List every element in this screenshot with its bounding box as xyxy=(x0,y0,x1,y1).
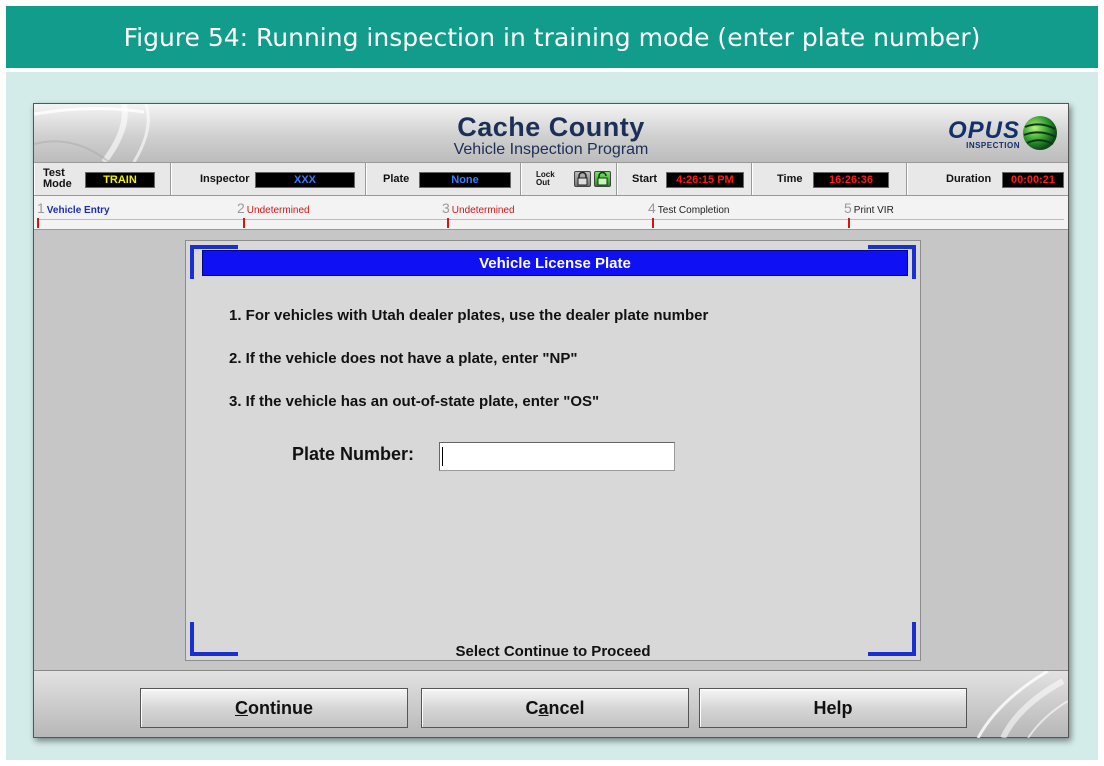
status-bar: Test Mode TRAIN Inspector XXX Plate None… xyxy=(34,162,1068,196)
inspector-value: XXX xyxy=(255,172,355,188)
cancel-label-end: ncel xyxy=(548,697,585,718)
step-2: 2 Undetermined xyxy=(237,200,310,216)
duration-cell: Duration 00:00:21 xyxy=(907,163,1068,195)
decorative-swoosh-icon xyxy=(976,671,1068,738)
step-1-marker xyxy=(37,218,39,228)
step-2-marker xyxy=(243,218,245,228)
app-window: Cache County Vehicle Inspection Program … xyxy=(33,103,1069,738)
plate-label: Plate xyxy=(383,172,410,185)
plate-cell: Plate None xyxy=(366,163,521,195)
app-subtitle: Vehicle Inspection Program xyxy=(453,141,649,158)
continue-button[interactable]: Continue xyxy=(140,688,408,728)
steps-divider xyxy=(38,219,1064,220)
step-3: 3 Undetermined xyxy=(442,200,515,216)
lock-out-label: Lock Out xyxy=(536,171,555,187)
lock-out-cell: Lock Out xyxy=(521,163,617,195)
plate-value: None xyxy=(419,172,511,188)
test-mode-value: TRAIN xyxy=(85,172,155,188)
help-label: Help xyxy=(813,697,853,718)
lock-closed-icon[interactable] xyxy=(574,171,591,187)
plate-number-input[interactable] xyxy=(439,442,675,471)
time-cell: Time 16:26:36 xyxy=(752,163,907,195)
test-mode-label: Test Mode xyxy=(43,168,72,190)
dialog-title: Vehicle License Plate xyxy=(202,250,908,276)
button-bar: Continue Ca ncel Help xyxy=(34,670,1068,738)
step-label: Print VIR xyxy=(853,205,894,216)
logo-subtext: INSPECTION xyxy=(966,141,1020,150)
globe-icon xyxy=(1023,116,1057,150)
title-bar: Cache County Vehicle Inspection Program … xyxy=(34,104,1068,162)
opus-logo: OPUS INSPECTION xyxy=(938,111,1058,155)
proceed-instruction: Select Continue to Proceed xyxy=(455,643,651,660)
time-label: Time xyxy=(777,172,803,185)
test-mode-cell: Test Mode TRAIN xyxy=(34,163,171,195)
start-value: 4:26:15 PM xyxy=(666,172,744,188)
step-5: 5 Print VIR xyxy=(844,200,894,216)
cancel-mnemonic: a xyxy=(538,697,549,718)
step-4: 4 Test Completion xyxy=(648,200,730,216)
app-title: Cache County xyxy=(457,112,645,142)
start-label: Start xyxy=(632,172,658,185)
help-button[interactable]: Help xyxy=(699,688,967,728)
progress-steps: 1 Vehicle Entry 2 Undetermined 3 Undetermin… xyxy=(34,196,1068,230)
instruction-1: 1. For vehicles with Utah dealer plates,… xyxy=(229,307,709,324)
figure-caption-text: Figure 54: Running inspection in trainin… xyxy=(123,22,981,52)
step-label: Undetermined xyxy=(451,205,515,216)
step-1: 1 Vehicle Entry xyxy=(37,200,110,216)
duration-value: 00:00:21 xyxy=(1002,172,1064,188)
lock-out-label-line2: Out xyxy=(536,178,550,187)
cancel-label-start: C xyxy=(525,697,539,718)
vehicle-license-plate-dialog: Vehicle License Plate 1. For vehicles wi… xyxy=(185,240,921,661)
step-4-marker xyxy=(652,218,654,228)
step-number: 3 xyxy=(442,200,450,216)
inspector-cell: Inspector XXX xyxy=(171,163,366,195)
step-label: Undetermined xyxy=(246,205,310,216)
step-number: 1 xyxy=(37,200,45,216)
step-label: Vehicle Entry xyxy=(46,205,110,216)
text-caret xyxy=(442,447,443,466)
continue-label: ontinue xyxy=(248,697,313,718)
figure-caption: Figure 54: Running inspection in trainin… xyxy=(6,6,1098,68)
inspector-label: Inspector xyxy=(200,172,250,185)
duration-label: Duration xyxy=(946,172,992,185)
instruction-2: 2. If the vehicle does not have a plate,… xyxy=(229,350,578,367)
step-3-marker xyxy=(447,218,449,228)
plate-number-label: Plate Number: xyxy=(292,444,415,464)
time-value: 16:26:36 xyxy=(813,172,889,188)
step-5-marker xyxy=(848,218,850,228)
step-number: 2 xyxy=(237,200,245,216)
step-number: 5 xyxy=(844,200,852,216)
lock-open-icon[interactable] xyxy=(594,171,611,187)
test-mode-label-line2: Mode xyxy=(43,178,72,190)
cancel-button[interactable]: Ca ncel xyxy=(421,688,689,728)
continue-mnemonic: C xyxy=(235,697,248,718)
start-cell: Start 4:26:15 PM xyxy=(617,163,752,195)
instruction-3: 3. If the vehicle has an out-of-state pl… xyxy=(229,393,600,410)
step-number: 4 xyxy=(648,200,656,216)
step-label: Test Completion xyxy=(657,205,730,216)
